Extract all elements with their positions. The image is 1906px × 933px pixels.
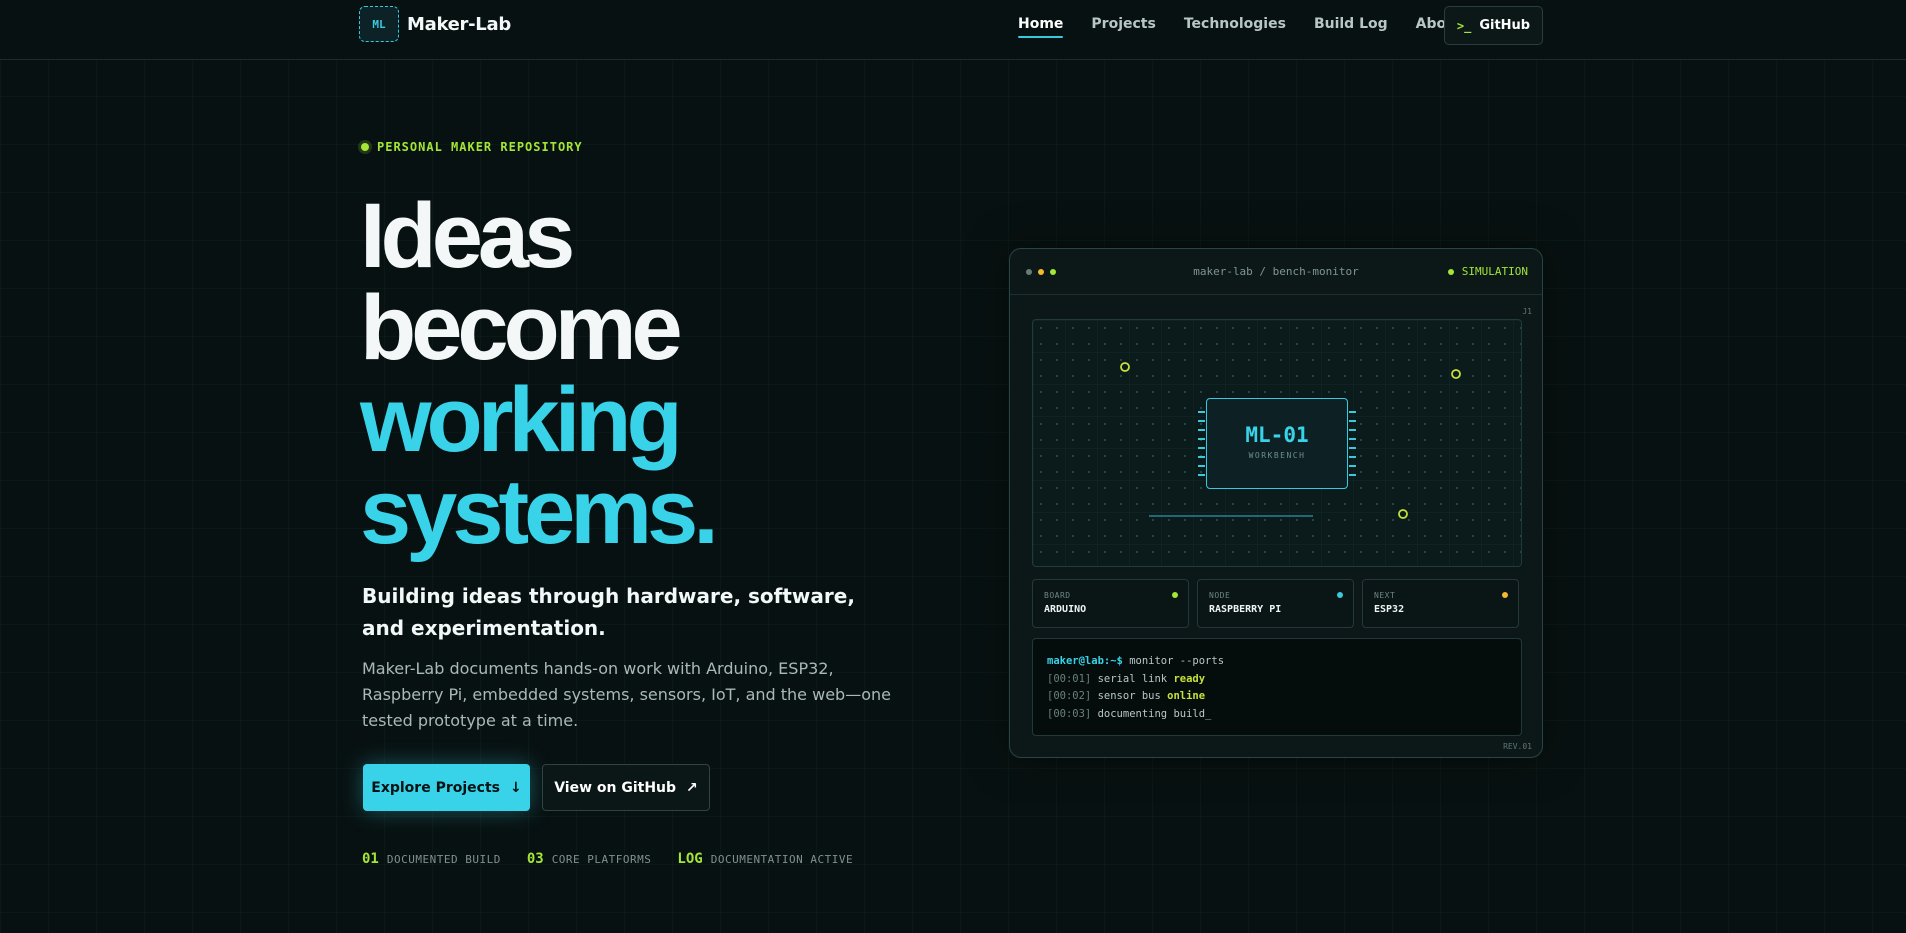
simulation-label: SIMULATION [1461,265,1528,278]
device-card-node: NODE RASPBERRY PI [1197,579,1354,628]
arrow-down-icon: ↓ [509,779,522,796]
chip-ml-01: ML-01 WORKBENCH [1198,398,1356,489]
chip-pins-left [1198,411,1205,476]
hero-stats: 01 DOCUMENTED BUILD 03 CORE PLATFORMS LO… [362,851,853,867]
stat-label: CORE PLATFORMS [551,853,652,866]
terminal-line: [00:03] documenting build_ [1047,706,1507,724]
status-dot-icon [361,143,369,151]
hero-description: Maker-Lab documents hands-on work with A… [362,659,891,730]
terminal-timestamp: [00:02] [1047,690,1092,702]
terminal-line: [00:02] sensor bus online [1047,688,1507,706]
nav-link-projects[interactable]: Projects [1091,16,1155,38]
terminal-status: ready [1173,672,1206,685]
panel-header: maker-lab / bench-monitor SIMULATION [1010,249,1542,295]
chip-sub: WORKBENCH [1248,451,1306,460]
status-dot-icon [1502,592,1508,598]
headline-line-2: become [360,277,683,379]
view-on-github-label: View on GitHub [554,779,677,796]
simulation-status: SIMULATION [1447,265,1528,278]
headline-line-1: Ideas [360,185,575,287]
stat-number: 03 [526,851,544,867]
hero-tag-label: PERSONAL MAKER REPOSITORY [377,140,583,154]
stat-item: 03 CORE PLATFORMS [527,851,652,867]
device-card-value: ESP32 [1374,604,1405,615]
top-nav: ML Maker-Lab Home Projects Technologies … [0,0,1906,60]
terminal-timestamp: [00:03] [1047,707,1092,720]
nav-link-home[interactable]: Home [1018,16,1064,38]
terminal-text: documenting build_ [1097,707,1212,720]
chip-pins-right [1349,411,1356,476]
bench-monitor-panel: maker-lab / bench-monitor SIMULATION J1 [1009,248,1543,758]
hero-headline: Ideas become working systems. [360,185,719,563]
stat-label: DOCUMENTED BUILD [386,853,501,866]
external-link-icon: ↗ [686,779,698,796]
status-dot-icon [1172,592,1178,598]
device-card-key: NEXT [1374,591,1396,600]
node-point-icon [1120,362,1130,372]
device-card-key: BOARD [1044,591,1071,600]
node-point-icon [1398,509,1408,519]
terminal-command: monitor --ports [1129,655,1225,667]
terminal-text: serial link [1097,672,1168,685]
status-dot-icon [1337,592,1343,598]
stat-item: 01 DOCUMENTED BUILD [362,851,501,867]
logo-text: Maker-Lab [407,13,511,35]
terminal-text: sensor bus [1097,690,1161,702]
chip-name: ML-01 [1245,423,1309,447]
stat-number: 01 [362,851,379,867]
logo[interactable]: ML Maker-Lab [359,6,511,42]
device-card-key: NODE [1209,591,1231,600]
corner-label: J1 [1522,307,1532,316]
terminal-prompt-icon: >_ [1456,18,1472,33]
view-on-github-button[interactable]: View on GitHub ↗ [542,764,710,811]
device-card-value: ARDUINO [1044,604,1087,615]
device-card-next: NEXT ESP32 [1362,579,1519,628]
hero-tag: PERSONAL MAKER REPOSITORY [361,140,583,154]
terminal-status: online [1167,690,1206,702]
github-nav-button[interactable]: >_ GitHub [1444,6,1543,45]
headline-line-4: systems. [360,461,719,563]
nav-link-technologies[interactable]: Technologies [1184,16,1286,38]
logo-mark: ML [359,6,399,42]
stat-label: DOCUMENTATION ACTIVE [710,853,854,866]
terminal-line: [00:01] serial link ready [1047,671,1507,689]
stat-item: LOG DOCUMENTATION ACTIVE [677,851,853,867]
circuit-board: ML-01 WORKBENCH [1032,319,1522,567]
device-card-value: RASPBERRY PI [1209,604,1282,615]
hero-subhead: Building ideas through hardware, softwar… [362,584,855,640]
revision-label: REV.01 [1503,742,1532,751]
device-card-board: BOARD ARDUINO [1032,579,1189,628]
terminal-prompt: maker@lab:~$ [1047,655,1123,667]
stat-number: LOG [677,851,703,867]
node-point-icon [1451,369,1461,379]
explore-projects-button[interactable]: Explore Projects ↓ [363,764,530,811]
nav-link-build-log[interactable]: Build Log [1314,16,1388,38]
headline-line-3: working [360,369,683,471]
terminal-timestamp: [00:01] [1047,672,1092,685]
github-nav-label: GitHub [1479,18,1531,33]
device-cards: BOARD ARDUINO NODE RASPBERRY PI NEXT ESP… [1032,579,1519,628]
nav-links: Home Projects Technologies Build Log Abo… [1018,16,1463,38]
status-dot-icon [1447,268,1454,275]
terminal-command-line: maker@lab:~$ monitor --ports [1047,653,1507,671]
terminal-output: maker@lab:~$ monitor --ports [00:01] ser… [1032,638,1522,736]
explore-projects-label: Explore Projects [371,779,500,796]
